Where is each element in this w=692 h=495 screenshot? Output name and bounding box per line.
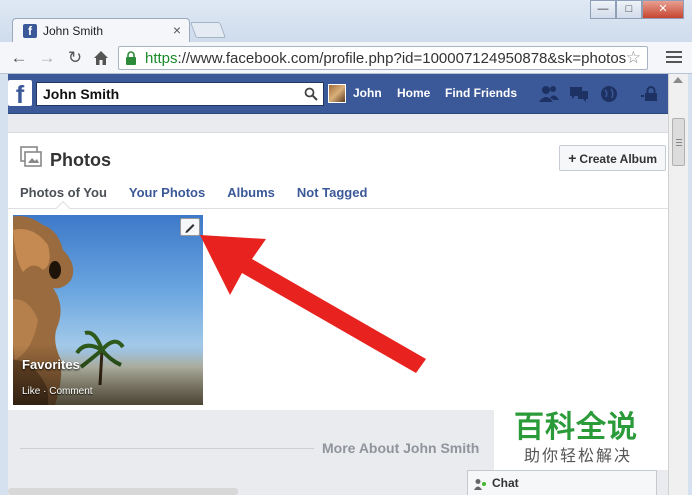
window-frame-left xyxy=(0,74,8,495)
url-text: https://www.facebook.com/profile.php?id=… xyxy=(145,50,627,67)
reload-icon[interactable]: ↻ xyxy=(64,47,86,69)
friend-requests-icon[interactable] xyxy=(538,84,560,104)
tab-albums[interactable]: Albums xyxy=(227,185,275,209)
album-like-comment[interactable]: Like · Comment xyxy=(22,386,93,397)
tab-close-icon[interactable]: × xyxy=(173,22,181,38)
bookmark-star-icon[interactable]: ☆ xyxy=(626,48,641,68)
privacy-shortcuts-icon[interactable] xyxy=(640,84,662,104)
more-about-heading: More About John Smith xyxy=(322,440,480,456)
chat-label: Chat xyxy=(492,476,519,490)
browser-tab[interactable]: f John Smith × xyxy=(12,18,190,44)
notifications-globe-icon[interactable] xyxy=(598,84,620,104)
facebook-logo-icon[interactable]: f xyxy=(8,80,32,109)
tab-not-tagged[interactable]: Not Tagged xyxy=(297,185,368,209)
messages-icon[interactable] xyxy=(568,84,590,104)
tab-strip: f John Smith × — □ ✕ xyxy=(0,0,692,44)
scroll-up-arrow-icon[interactable] xyxy=(673,77,683,83)
minimize-button[interactable]: — xyxy=(590,0,616,19)
facebook-header: f John Smith John Home Find Friends xyxy=(8,74,668,114)
address-bar[interactable]: https://www.facebook.com/profile.php?id=… xyxy=(118,46,648,70)
photos-title: Photos xyxy=(50,150,111,170)
horizontal-scrollbar-thumb[interactable] xyxy=(8,488,238,495)
browser-toolbar: ← → ↻ https://www.facebook.com/profile.p… xyxy=(0,42,692,74)
red-annotation-arrow xyxy=(200,235,426,373)
search-value: John Smith xyxy=(43,86,120,102)
home-link[interactable]: Home xyxy=(397,86,430,100)
maximize-button[interactable]: □ xyxy=(616,0,642,19)
close-window-button[interactable]: ✕ xyxy=(642,0,684,19)
tab-title: John Smith xyxy=(43,24,104,38)
tab-your-photos[interactable]: Your Photos xyxy=(129,185,205,209)
create-album-label: Create Album xyxy=(579,152,657,166)
chat-bar[interactable]: Chat xyxy=(467,470,657,495)
lock-icon xyxy=(126,51,136,65)
create-album-button[interactable]: + Create Album xyxy=(559,145,666,171)
plus-icon: + xyxy=(568,150,577,166)
home-icon[interactable] xyxy=(90,47,112,69)
tabs-divider xyxy=(8,208,668,209)
profile-link[interactable]: John xyxy=(353,86,382,100)
facebook-search-input[interactable]: John Smith xyxy=(36,82,324,106)
forward-arrow-icon[interactable]: → xyxy=(36,47,58,69)
window-controls: — □ ✕ xyxy=(590,0,684,20)
section-divider xyxy=(20,448,314,449)
album-thumbnail[interactable]: Favorites Like · Comment xyxy=(13,215,203,405)
watermark-title: 百科全说 xyxy=(514,410,638,445)
photos-icon xyxy=(20,146,42,167)
album-name[interactable]: Favorites xyxy=(22,357,80,372)
browser-window: f John Smith × — □ ✕ ← → ↻ https://www.f… xyxy=(0,0,692,495)
back-arrow-icon[interactable]: ← xyxy=(8,47,30,69)
vertical-scrollbar[interactable] xyxy=(668,74,688,495)
search-icon[interactable] xyxy=(304,87,318,101)
facebook-favicon-icon: f xyxy=(23,24,37,38)
chrome-menu-icon[interactable] xyxy=(666,48,682,66)
new-tab-button[interactable] xyxy=(190,22,226,38)
photos-tabs: Photos of You Your Photos Albums Not Tag… xyxy=(20,185,389,209)
scroll-thumb[interactable] xyxy=(672,118,685,166)
user-avatar[interactable] xyxy=(328,84,346,103)
find-friends-link[interactable]: Find Friends xyxy=(445,86,517,100)
chat-person-icon xyxy=(474,479,486,490)
watermark-subtitle: 助你轻松解决 xyxy=(524,446,633,465)
watermark-logo: 百科全说 助你轻松解决 xyxy=(494,398,668,470)
